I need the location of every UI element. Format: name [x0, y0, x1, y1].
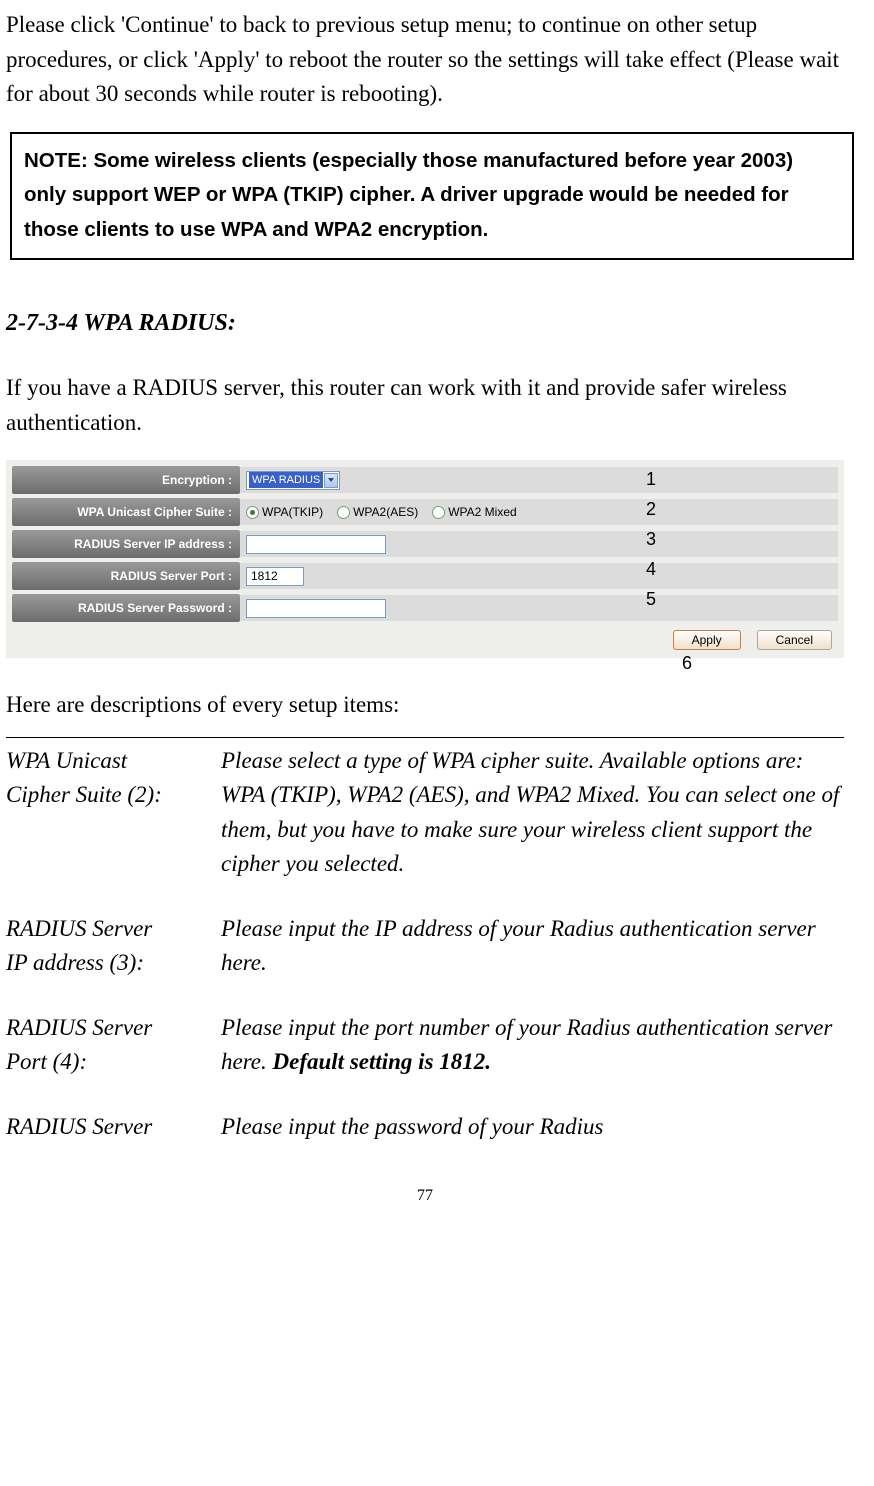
cipher-option-label: WPA2(AES)	[353, 503, 418, 521]
desc-term-line: IP address (3):	[6, 950, 144, 975]
desc-term-line: RADIUS Server	[6, 1015, 152, 1040]
radio-icon	[246, 506, 259, 519]
desc-definition: Please input the port number of your Rad…	[221, 1011, 844, 1080]
desc-row-password: RADIUS Server Please input the password …	[6, 1110, 844, 1145]
password-field	[240, 595, 838, 621]
desc-term-line: Cipher Suite (2):	[6, 782, 162, 807]
ip-row: RADIUS Server IP address :	[12, 530, 838, 558]
divider	[6, 737, 844, 738]
port-label: RADIUS Server Port :	[12, 562, 240, 590]
descriptions-table: WPA Unicast Cipher Suite (2): Please sel…	[6, 744, 844, 1145]
chevron-down-icon	[324, 473, 338, 488]
port-row: RADIUS Server Port :	[12, 562, 838, 590]
password-input[interactable]	[246, 599, 386, 618]
desc-definition: Please input the IP address of your Radi…	[221, 912, 844, 981]
annotation-2: 2	[646, 496, 656, 523]
encryption-select[interactable]: WPA RADIUS	[246, 471, 340, 490]
desc-term: RADIUS Server IP address (3):	[6, 912, 221, 981]
button-row: Apply Cancel	[12, 626, 838, 652]
cipher-field: WPA(TKIP) WPA2(AES) WPA2 Mixed	[240, 499, 838, 525]
ip-field	[240, 531, 838, 557]
encryption-label: Encryption :	[12, 466, 240, 494]
page-number: 77	[6, 1184, 844, 1208]
cipher-option-label: WPA(TKIP)	[262, 503, 323, 521]
radio-icon	[337, 506, 350, 519]
section-intro: If you have a RADIUS server, this router…	[6, 371, 844, 440]
annotation-4: 4	[646, 556, 656, 583]
cancel-button[interactable]: Cancel	[757, 630, 832, 650]
port-field	[240, 563, 838, 589]
cipher-radio-group: WPA(TKIP) WPA2(AES) WPA2 Mixed	[246, 503, 517, 521]
section-heading: 2-7-3-4 WPA RADIUS:	[6, 305, 844, 341]
desc-row-cipher: WPA Unicast Cipher Suite (2): Please sel…	[6, 744, 844, 882]
desc-def-strong: Default setting is 1812.	[273, 1049, 492, 1074]
annotation-1: 1	[646, 466, 656, 493]
note-box: NOTE: Some wireless clients (especially …	[10, 132, 854, 261]
desc-row-ip: RADIUS Server IP address (3): Please inp…	[6, 912, 844, 981]
desc-term-line: Port (4):	[6, 1049, 87, 1074]
router-config-panel: Encryption : WPA RADIUS WPA Unicast Ciph…	[6, 460, 844, 658]
cipher-radio-mixed[interactable]: WPA2 Mixed	[432, 503, 516, 521]
cipher-label: WPA Unicast Cipher Suite :	[12, 498, 240, 526]
annotation-5: 5	[646, 586, 656, 613]
cipher-radio-tkip[interactable]: WPA(TKIP)	[246, 503, 323, 521]
desc-row-port: RADIUS Server Port (4): Please input the…	[6, 1011, 844, 1080]
apply-button[interactable]: Apply	[673, 630, 741, 650]
cipher-option-label: WPA2 Mixed	[448, 503, 516, 521]
radio-icon	[432, 506, 445, 519]
encryption-row: Encryption : WPA RADIUS	[12, 466, 838, 494]
ip-input[interactable]	[246, 535, 386, 554]
cipher-radio-aes[interactable]: WPA2(AES)	[337, 503, 418, 521]
desc-term-line: RADIUS Server	[6, 1114, 152, 1139]
password-row: RADIUS Server Password :	[12, 594, 838, 622]
desc-term-line: WPA Unicast	[6, 748, 127, 773]
desc-term: WPA Unicast Cipher Suite (2):	[6, 744, 221, 882]
cipher-row: WPA Unicast Cipher Suite : WPA(TKIP) WPA…	[12, 498, 838, 526]
encryption-select-value: WPA RADIUS	[249, 472, 323, 489]
encryption-field: WPA RADIUS	[240, 467, 838, 493]
annotation-6: 6	[682, 650, 692, 677]
desc-term: RADIUS Server Port (4):	[6, 1011, 221, 1080]
annotation-3: 3	[646, 526, 656, 553]
port-input[interactable]	[246, 567, 304, 586]
password-label: RADIUS Server Password :	[12, 594, 240, 622]
desc-term-line: RADIUS Server	[6, 916, 152, 941]
desc-term: RADIUS Server	[6, 1110, 221, 1145]
descriptions-intro: Here are descriptions of every setup ite…	[6, 688, 844, 723]
ip-label: RADIUS Server IP address :	[12, 530, 240, 558]
desc-definition: Please select a type of WPA cipher suite…	[221, 744, 844, 882]
intro-paragraph: Please click 'Continue' to back to previ…	[6, 8, 844, 112]
desc-definition: Please input the password of your Radius	[221, 1110, 844, 1145]
